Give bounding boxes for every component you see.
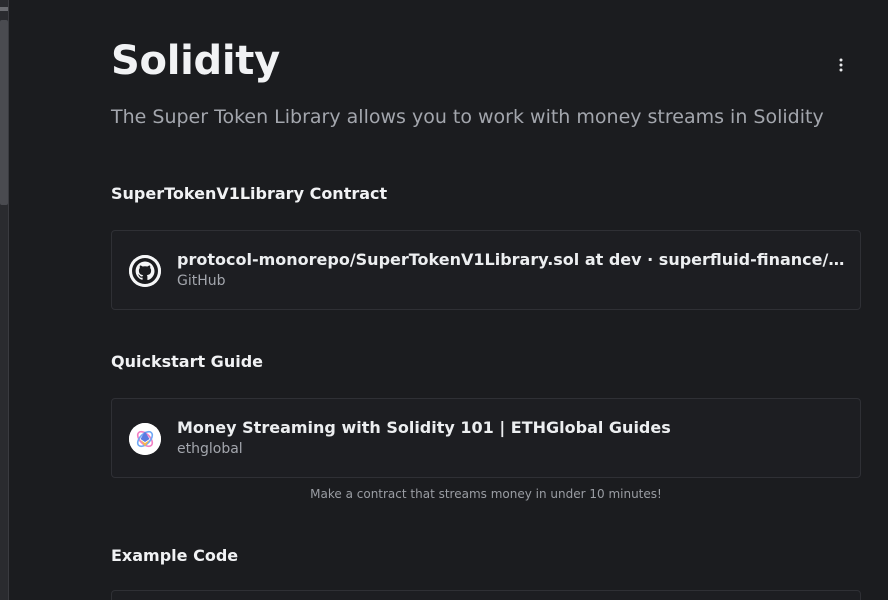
- scrollbar-thumb[interactable]: [0, 20, 8, 205]
- link-card-ethglobal[interactable]: Money Streaming with Solidity 101 | ETHG…: [111, 398, 861, 478]
- code-block[interactable]: [111, 590, 861, 600]
- card-caption: Make a contract that streams money in un…: [310, 487, 662, 501]
- scrollbar-marker: [0, 7, 8, 11]
- card-source: GitHub: [177, 273, 226, 289]
- section-heading-example-code: Example Code: [111, 546, 239, 565]
- left-panel-scrollbar[interactable]: [0, 0, 9, 600]
- ethglobal-icon: [129, 423, 161, 455]
- section-heading-quickstart: Quickstart Guide: [111, 352, 263, 371]
- more-options-button[interactable]: [827, 52, 855, 78]
- card-text: protocol-monorepo/SuperTokenV1Library.so…: [177, 249, 847, 291]
- page-title: Solidity: [111, 38, 280, 84]
- section-heading-supertoken-contract: SuperTokenV1Library Contract: [111, 184, 388, 203]
- page-subtitle: The Super Token Library allows you to wo…: [111, 106, 824, 128]
- card-title: protocol-monorepo/SuperTokenV1Library.so…: [177, 250, 847, 269]
- card-text: Money Streaming with Solidity 101 | ETHG…: [177, 417, 847, 459]
- card-source: ethglobal: [177, 441, 243, 457]
- card-title: Money Streaming with Solidity 101 | ETHG…: [177, 418, 671, 437]
- github-icon: [129, 255, 161, 287]
- vertical-ellipsis-icon: [839, 58, 843, 72]
- link-card-github[interactable]: protocol-monorepo/SuperTokenV1Library.so…: [111, 230, 861, 310]
